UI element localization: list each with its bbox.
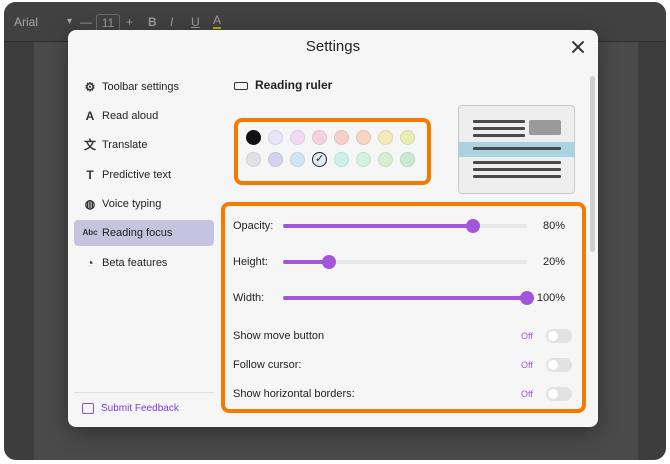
color-swatch[interactable] (246, 130, 261, 145)
section-title: Reading ruler (234, 78, 332, 92)
reading-focus-icon: Abc (82, 228, 98, 237)
show-horizontal-borders-state: Off (521, 389, 533, 399)
preview-text-line (473, 175, 561, 178)
color-swatch[interactable] (268, 152, 283, 167)
height-slider[interactable] (283, 255, 527, 269)
opacity-value: 80% (542, 220, 565, 232)
follow-cursor-label: Follow cursor: (233, 359, 302, 371)
dialog-scrollbar[interactable] (590, 76, 595, 252)
predictive-text-icon: T (86, 168, 94, 182)
width-label: Width: (233, 292, 265, 304)
preview-text-line (473, 161, 561, 164)
color-swatch[interactable] (356, 130, 371, 145)
sidebar-item-label: Toolbar settings (102, 81, 180, 93)
color-swatch[interactable] (290, 152, 305, 167)
show-horizontal-borders-toggle[interactable] (546, 387, 572, 401)
height-label: Height: (233, 256, 268, 268)
color-swatch[interactable] (400, 130, 415, 145)
opacity-slider[interactable] (283, 219, 527, 233)
color-swatch[interactable] (268, 130, 283, 145)
close-icon[interactable] (570, 39, 586, 55)
show-move-button-state: Off (521, 331, 533, 341)
sidebar-item-read-aloud[interactable]: A Read aloud (74, 103, 214, 129)
text-color-button[interactable]: A (213, 14, 222, 29)
dialog-title: Settings (305, 38, 361, 55)
color-swatch[interactable] (378, 152, 393, 167)
follow-cursor-state: Off (521, 360, 533, 370)
sidebar-item-translate[interactable]: 文 Translate (74, 132, 214, 158)
color-swatch-selected[interactable] (312, 152, 327, 167)
sidebar-item-label: Translate (102, 139, 148, 151)
sidebar-item-predictive-text[interactable]: T Predictive text (74, 162, 214, 188)
settings-dialog: Settings ⚙ Toolbar settings A Read aloud… (68, 30, 598, 427)
sidebar-item-voice-typing[interactable]: ◍ Voice typing (74, 191, 214, 217)
width-slider[interactable] (283, 291, 534, 305)
color-swatch[interactable] (290, 130, 305, 145)
color-swatch[interactable] (334, 152, 349, 167)
color-swatch[interactable] (356, 152, 371, 167)
show-move-button-label: Show move button (233, 330, 325, 342)
width-value: 100% (536, 292, 565, 304)
height-slider-thumb[interactable] (322, 255, 336, 269)
preview-text-line (473, 120, 525, 123)
color-swatch[interactable] (400, 152, 415, 167)
color-swatch-group (234, 118, 431, 185)
height-value: 20% (542, 256, 565, 268)
show-move-button-toggle[interactable] (546, 329, 572, 343)
reading-ruler-preview (458, 105, 575, 194)
color-swatch[interactable] (378, 130, 393, 145)
read-aloud-icon: A (85, 109, 95, 123)
sidebar-divider (74, 392, 214, 393)
preview-text-line (473, 134, 525, 137)
sidebar-item-label: Voice typing (102, 198, 162, 210)
toolbar-settings-icon: ⚙ (84, 80, 96, 94)
underline-button[interactable]: U (191, 14, 200, 30)
increase-font-button[interactable]: + (126, 14, 133, 30)
sidebar-item-toolbar-settings[interactable]: ⚙ Toolbar settings (74, 74, 214, 100)
preview-text-line (473, 147, 561, 150)
opacity-slider-fill (283, 224, 473, 228)
section-title-text: Reading ruler (255, 78, 333, 92)
ruler-controls: Opacity: 80% Height: 20% Width: 100% Sho… (221, 202, 586, 413)
sidebar-item-label: Beta features (102, 257, 168, 269)
preview-text-line (473, 168, 561, 171)
font-family-select[interactable]: Arial (14, 14, 72, 30)
submit-feedback-label: Submit Feedback (101, 403, 179, 414)
color-swatch[interactable] (312, 130, 327, 145)
follow-cursor-toggle[interactable] (546, 358, 572, 372)
color-swatch[interactable] (334, 130, 349, 145)
sidebar-item-reading-focus[interactable]: Abc Reading focus (74, 220, 214, 246)
sidebar-item-label: Read aloud (102, 110, 159, 122)
preview-text-line (473, 127, 525, 130)
show-horizontal-borders-label: Show horizontal borders: (233, 388, 355, 400)
sidebar-item-label: Predictive text (102, 169, 172, 181)
translate-icon: 文 (83, 138, 96, 152)
microphone-icon: ◍ (84, 197, 96, 211)
feedback-icon (82, 403, 94, 414)
sidebar-item-beta-features[interactable]: ◔ Beta features (74, 250, 214, 276)
bold-button[interactable]: B (148, 14, 157, 30)
beta-icon: ◔ (86, 256, 94, 270)
opacity-slider-thumb[interactable] (466, 219, 480, 233)
decrease-font-button[interactable]: — (80, 14, 92, 30)
preview-image (529, 120, 561, 135)
width-slider-fill (283, 296, 527, 300)
opacity-label: Opacity: (233, 220, 274, 232)
color-swatch[interactable] (246, 152, 261, 167)
italic-button[interactable]: I (170, 14, 173, 30)
sidebar-item-label: Reading focus (102, 227, 173, 239)
